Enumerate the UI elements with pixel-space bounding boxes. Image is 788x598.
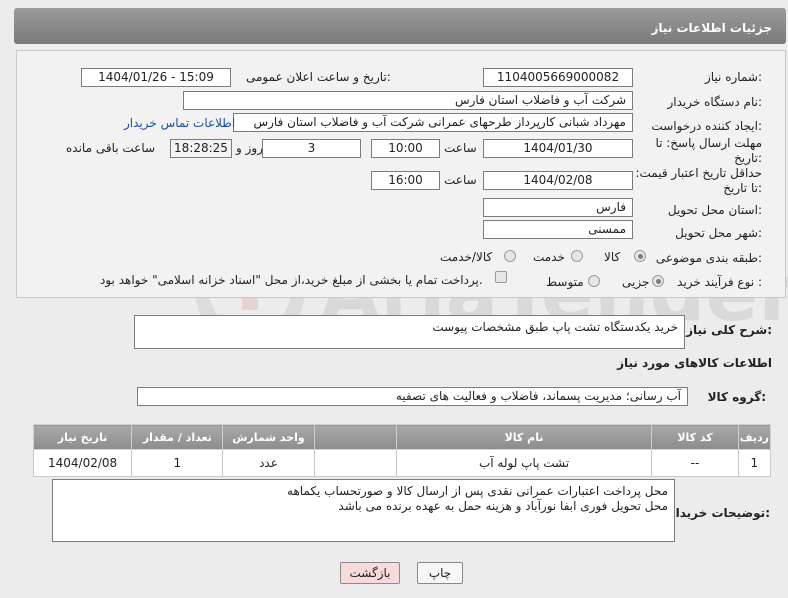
col-date: تاریخ نیاز — [32, 424, 133, 450]
delivery-city-field: ممسنی — [483, 220, 633, 239]
buyer-notes-line-2: محل تحویل فوری ابفا نورآباد و هزینه حمل … — [338, 499, 668, 513]
requester-label: ایجاد کننده درخواست: — [651, 119, 762, 133]
cell-name: تشت پاپ لوله آب — [395, 449, 653, 477]
table-row: 1404/02/08 1 عدد تشت پاپ لوله آب -- 1 — [32, 449, 772, 477]
items-table: تاریخ نیاز تعداد / مقدار واحد شمارش نام … — [32, 424, 772, 477]
buyer-notes-field: محل پرداخت اعتبارات عمرانی نقدی پس از ار… — [52, 479, 675, 542]
cell-code: -- — [651, 449, 739, 477]
category-goods-radio[interactable] — [634, 250, 646, 262]
buyer-contact-link[interactable]: اطلاعات تماس خریدار — [124, 116, 235, 130]
reply-days-field: 3 — [262, 139, 361, 158]
goods-group-label: گروه کالا: — [707, 390, 766, 404]
col-code: کد کالا — [651, 424, 739, 450]
announce-datetime-field: 1404/01/26 - 15:09 — [81, 68, 231, 87]
col-row: ردیف — [737, 424, 772, 450]
price-validity-label: حداقل تاریخ اعتبار قیمت: تا تاریخ: — [635, 166, 762, 195]
page-header: جزئیات اطلاعات نیاز — [14, 8, 786, 44]
category-goods-service-radio[interactable] — [504, 250, 516, 262]
remaining-time-field: 18:28:25 — [170, 139, 232, 158]
remaining-label: ساعت باقی مانده — [66, 141, 156, 155]
cell-row: 1 — [737, 449, 772, 477]
overall-desc-field: خرید یکدستگاه تشت پاپ طبق مشخصات پیوست — [134, 315, 685, 349]
price-time-label: ساعت — [444, 173, 477, 187]
cell-unit: عدد — [222, 449, 315, 477]
need-number-label: شماره نیاز: — [704, 70, 762, 84]
need-number-field: 1104005669000082 — [483, 68, 633, 87]
day-and-label: روز و — [236, 141, 263, 155]
reply-deadline-label: مهلت ارسال پاسخ: تا تاریخ: — [655, 136, 762, 165]
print-button[interactable]: چاپ — [417, 562, 463, 584]
buyer-org-label: نام دستگاه خریدار: — [667, 95, 763, 109]
process-minor-radio[interactable] — [652, 275, 664, 287]
treasury-payment-checkbox[interactable] — [495, 271, 507, 283]
delivery-city-label: شهر محل تحویل: — [675, 226, 762, 240]
treasury-payment-note: پرداخت تمام یا بخشی از مبلغ خرید،از محل … — [100, 273, 483, 287]
process-minor-label: جزیی — [622, 275, 650, 289]
reply-date-field: 1404/01/30 — [483, 139, 633, 158]
overall-desc-label: شرح کلی نیاز: — [686, 323, 772, 337]
col-unit: واحد شمارش — [222, 424, 315, 450]
buyer-org-field: شرکت آب و فاضلاب استان فارس — [183, 91, 633, 110]
price-date-field: 1404/02/08 — [483, 171, 633, 190]
reply-time-field: 10:00 — [371, 139, 440, 158]
col-name: نام کالا — [395, 424, 653, 450]
back-button[interactable]: بازگشت — [340, 562, 400, 584]
requester-field: مهرداد شبانی کارپرداز طرحهای عمرانی شرکت… — [233, 113, 633, 132]
announce-datetime-label: تاریخ و ساعت اعلان عمومی: — [246, 70, 391, 84]
category-goods-label: کالا — [604, 250, 621, 264]
category-label: طبقه بندی موضوعی: — [655, 251, 762, 265]
category-service-label: خدمت — [533, 250, 565, 264]
goods-group-field: آب رسانی؛ مدیریت پسماند، فاضلاب و فعالیت… — [137, 387, 688, 406]
buyer-notes-label: توضیحات خریدار: — [668, 506, 770, 520]
cell-empty — [313, 449, 397, 477]
process-medium-label: متوسط — [546, 275, 584, 289]
goods-info-heading: اطلاعات کالاهای مورد نیاز — [617, 356, 772, 370]
purchase-process-label: نوع فرآیند خرید : — [677, 275, 762, 289]
price-time-field: 16:00 — [371, 171, 440, 190]
col-qty: تعداد / مقدار — [131, 424, 224, 450]
category-service-radio[interactable] — [571, 250, 583, 262]
delivery-province-field: فارس — [483, 198, 633, 217]
cell-qty: 1 — [131, 449, 224, 477]
category-goods-service-label: کالا/خدمت — [440, 250, 493, 264]
reply-time-label: ساعت — [444, 141, 477, 155]
overall-desc-text: خرید یکدستگاه تشت پاپ طبق مشخصات پیوست — [432, 320, 678, 334]
cell-date: 1404/02/08 — [32, 449, 133, 477]
delivery-province-label: استان محل تحویل: — [667, 203, 762, 217]
page-title: جزئیات اطلاعات نیاز — [651, 21, 772, 35]
process-medium-radio[interactable] — [588, 275, 600, 287]
col-unit2 — [313, 424, 397, 450]
buyer-notes-line-1: محل پرداخت اعتبارات عمرانی نقدی پس از ار… — [287, 484, 668, 498]
